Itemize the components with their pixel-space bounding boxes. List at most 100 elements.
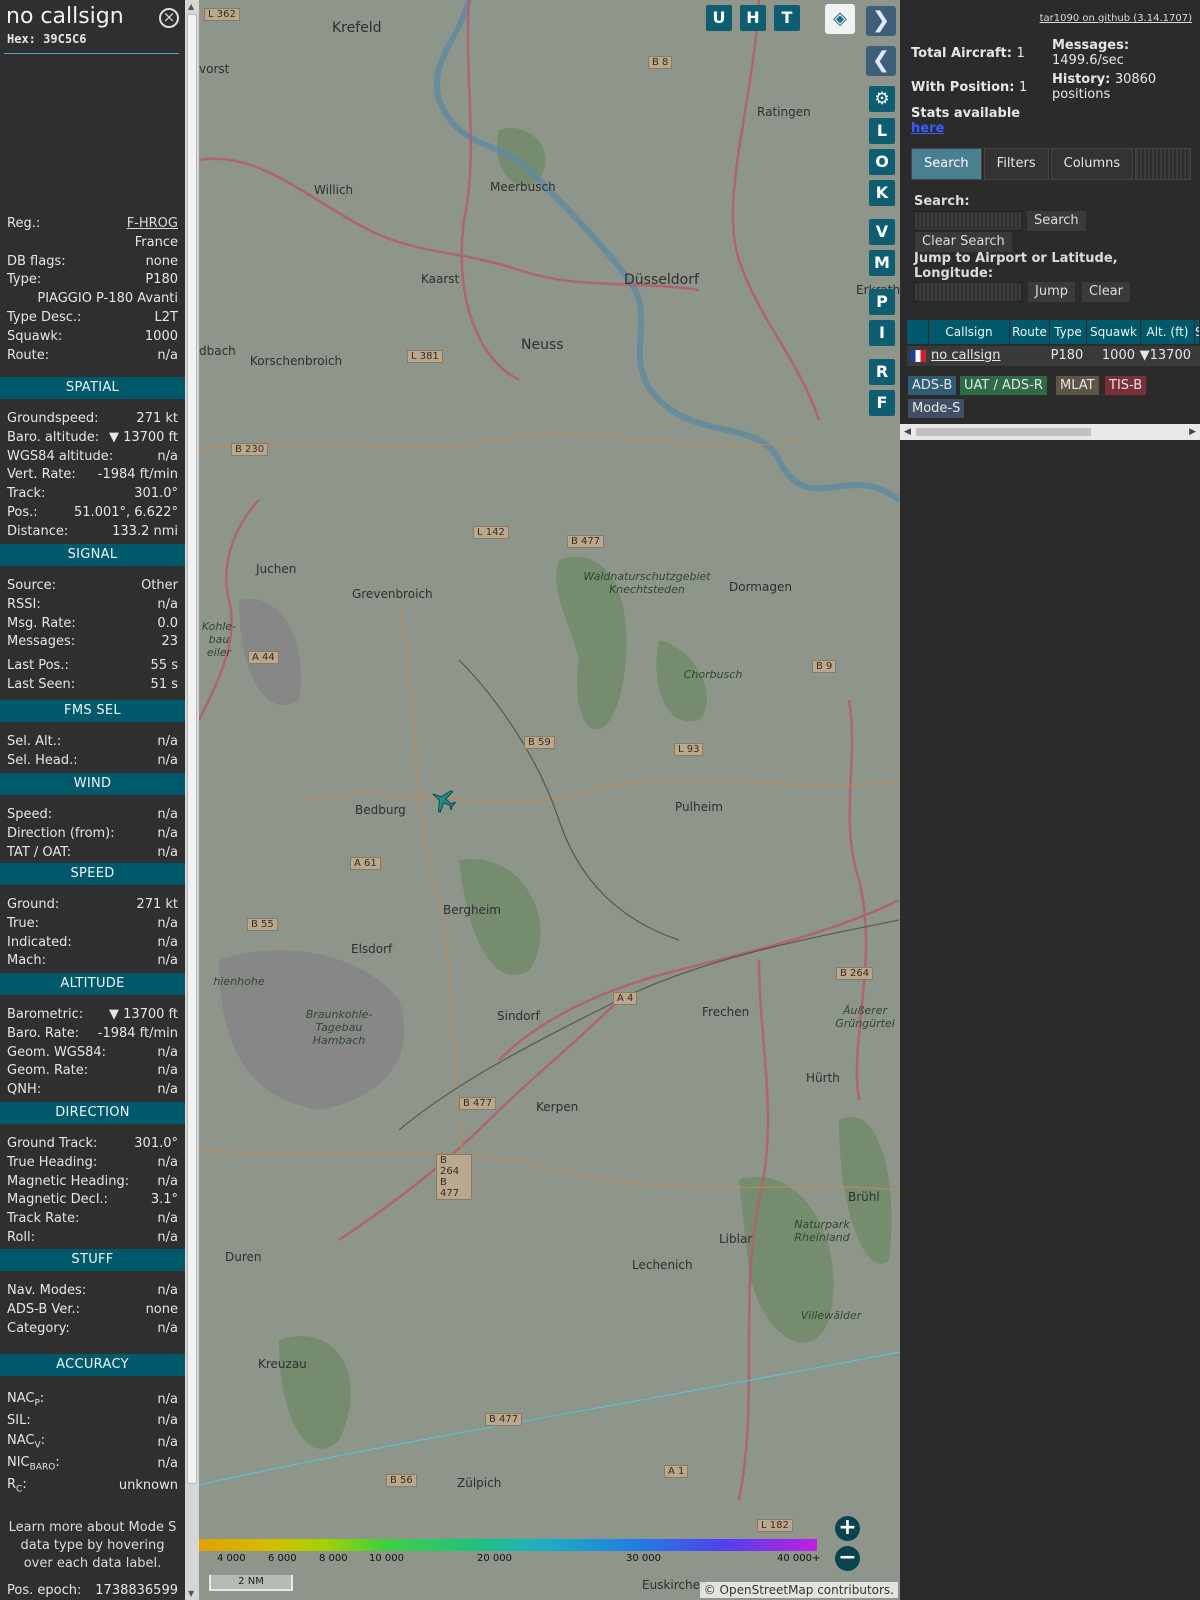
map-toggle-button-m[interactable]: M bbox=[869, 250, 895, 276]
detail-label: Pos.: bbox=[7, 505, 38, 520]
col-squawk[interactable]: Squawk bbox=[1087, 320, 1141, 344]
scroll-left-icon[interactable]: ◀ bbox=[904, 424, 911, 440]
map-toggle-button-l[interactable]: L bbox=[869, 118, 895, 144]
map-nature-label: Villewälder bbox=[800, 1309, 862, 1322]
detail-row: Sel. Head.: n/a bbox=[7, 751, 178, 770]
clear-jump-button[interactable]: Clear bbox=[1081, 281, 1131, 303]
detail-value: 55 s bbox=[150, 658, 178, 674]
road-number-badge: B 56 bbox=[386, 1474, 417, 1487]
detail-label: Ground Track: bbox=[7, 1136, 98, 1151]
scroll-up-icon[interactable]: ▲ bbox=[188, 2, 194, 11]
stats-here-link[interactable]: here bbox=[911, 121, 944, 136]
detail-row: Geom. WGS84: n/a bbox=[7, 1043, 178, 1062]
detail-label: Type Desc.: bbox=[7, 310, 82, 325]
map-nature-label: Waldnaturschutzgebiet Knechtsteden bbox=[583, 570, 711, 596]
detail-row: Msg. Rate: 0.0 bbox=[7, 614, 178, 633]
col-route[interactable]: Route bbox=[1010, 320, 1050, 344]
search-input[interactable] bbox=[914, 211, 1022, 231]
map-city-label: Willich bbox=[314, 183, 354, 197]
detail-row: QNH: n/a bbox=[7, 1080, 178, 1099]
detail-value: -1984 ft/min bbox=[97, 1025, 178, 1041]
map-city-label: Brühl bbox=[848, 1190, 880, 1204]
with-position: With Position: 1 bbox=[911, 80, 1028, 95]
search-label: Search: bbox=[914, 194, 970, 209]
section-header-direction: DIRECTION bbox=[0, 1102, 185, 1124]
road-number-badge: B 477 bbox=[567, 535, 605, 548]
detail-row: Roll: n/a bbox=[7, 1228, 178, 1247]
map-attribution[interactable]: © OpenStreetMap contributors. bbox=[699, 1582, 898, 1598]
detail-value: n/a bbox=[157, 1412, 178, 1428]
tab-filters[interactable]: Filters bbox=[983, 148, 1049, 180]
row-callsign[interactable]: no callsign bbox=[931, 346, 1011, 366]
zoom-in-button[interactable]: + bbox=[835, 1516, 860, 1541]
map-city-label: Kaarst bbox=[421, 272, 460, 286]
expand-panel-arrow-icon[interactable]: ❯ bbox=[866, 6, 896, 36]
map-toggle-button-r[interactable]: R bbox=[869, 359, 895, 385]
detail-callsign: no callsign bbox=[6, 4, 124, 29]
clear-search-button[interactable]: Clear Search bbox=[914, 231, 1013, 253]
map-toggle-button-i[interactable]: I bbox=[869, 320, 895, 346]
detail-label: Barometric: bbox=[7, 1007, 84, 1022]
detail-label: Direction (from): bbox=[7, 825, 115, 841]
settings-gear-icon[interactable]: ⚙ bbox=[869, 86, 895, 112]
map-toggle-button-u[interactable]: U bbox=[706, 5, 732, 31]
detail-value: 271 kt bbox=[136, 897, 178, 912]
map-toggle-button-o[interactable]: O bbox=[869, 149, 895, 175]
map-city-label: Bedburg bbox=[355, 803, 406, 817]
col-type[interactable]: Type bbox=[1050, 320, 1087, 344]
table-horizontal-scrollbar[interactable]: ◀ ▶ bbox=[900, 424, 1200, 440]
detail-row-general: France bbox=[7, 233, 178, 252]
section-header-speed: SPEED bbox=[0, 863, 185, 885]
detail-row: Pos.: 51.001°, 6.622° bbox=[7, 503, 178, 522]
detail-row: Mach: n/a bbox=[7, 951, 178, 970]
collapse-panel-arrow-icon[interactable]: ❮ bbox=[866, 46, 896, 76]
search-button[interactable]: Search bbox=[1026, 210, 1087, 232]
detail-value[interactable]: F-HROG bbox=[127, 216, 178, 231]
tab-search[interactable]: Search bbox=[911, 148, 982, 180]
map-city-label: Meerbusch bbox=[490, 180, 556, 194]
detail-value: 0.0 bbox=[157, 615, 178, 631]
col-flag[interactable] bbox=[907, 320, 929, 344]
altitude-color-legend bbox=[199, 1539, 817, 1551]
detail-value: n/a bbox=[157, 734, 178, 749]
map-view[interactable]: Krefeld Meerbusch Ratingen Willich Kaarst Düs… bbox=[199, 0, 900, 1600]
map-toggle-button-v[interactable]: V bbox=[869, 219, 895, 245]
row-altitude: ▼13700 bbox=[1139, 348, 1191, 363]
detail-value: 51 s bbox=[150, 677, 178, 692]
detail-value: Other bbox=[141, 578, 178, 593]
detail-value: n/a bbox=[157, 596, 178, 612]
altitude-legend-ticks: 4 000 6 000 8 000 10 000 20 000 30 000 40 000+ bbox=[199, 1553, 839, 1567]
layers-icon[interactable]: ◈ bbox=[825, 4, 855, 34]
detail-row: RSSI: n/a bbox=[7, 595, 178, 614]
scrollbar-thumb[interactable] bbox=[187, 14, 197, 1484]
close-icon[interactable]: × bbox=[159, 8, 179, 28]
github-link[interactable]: tar1090 on github (3.14.1707) bbox=[1040, 13, 1192, 24]
map-toggle-button-t[interactable]: T bbox=[774, 5, 800, 31]
tab-extra[interactable] bbox=[1135, 148, 1192, 180]
jump-input[interactable] bbox=[914, 282, 1022, 302]
detail-label: Roll: bbox=[7, 1230, 36, 1245]
detail-value: n/a bbox=[157, 1082, 178, 1098]
detail-label: Baro. Rate: bbox=[7, 1025, 80, 1041]
detail-row: Geom. Rate: n/a bbox=[7, 1061, 178, 1080]
scroll-down-icon[interactable]: ▼ bbox=[188, 1589, 194, 1598]
detail-label: Sel. Head.: bbox=[7, 752, 78, 768]
map-toggle-button-f[interactable]: F bbox=[869, 390, 895, 416]
col-speed[interactable]: S bbox=[1195, 320, 1200, 344]
col-callsign[interactable]: Callsign bbox=[929, 320, 1010, 344]
map-toggle-button-k[interactable]: K bbox=[869, 180, 895, 206]
detail-scrollbar[interactable]: ▲ ▼ bbox=[185, 0, 199, 1600]
jump-button[interactable]: Jump bbox=[1027, 281, 1076, 303]
map-toggle-button-h[interactable]: H bbox=[740, 5, 766, 31]
hscroll-thumb[interactable] bbox=[916, 428, 1091, 436]
col-altitude[interactable]: Alt. (ft) bbox=[1141, 320, 1195, 344]
road-number-badge: B 477 bbox=[459, 1097, 497, 1110]
scroll-right-icon[interactable]: ▶ bbox=[1189, 424, 1196, 440]
detail-value: unknown bbox=[118, 1478, 178, 1494]
detail-label: Geom. WGS84: bbox=[7, 1044, 107, 1060]
detail-row: Barometric: ▼ 13700 ft bbox=[7, 1005, 178, 1024]
tab-columns[interactable]: Columns bbox=[1050, 148, 1134, 180]
detail-label: NICBARO: bbox=[7, 1455, 60, 1473]
map-toggle-button-p[interactable]: P bbox=[869, 289, 895, 315]
detail-row-general: Squawk: 1000 bbox=[7, 327, 178, 346]
